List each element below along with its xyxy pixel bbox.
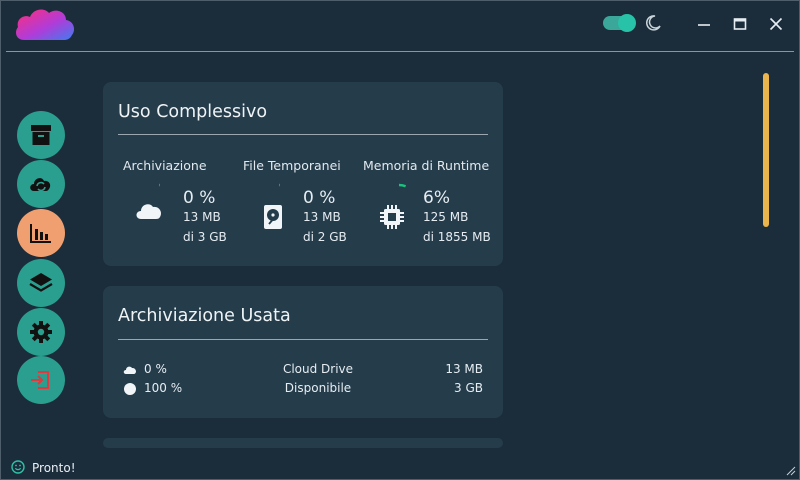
close-icon	[769, 17, 783, 31]
minimize-icon	[698, 24, 710, 26]
card-title: Uso Complessivo	[118, 102, 268, 122]
runtime-memory-column: Memoria di Runtime 6% 125 MB di 1855 MB	[363, 158, 493, 244]
gear-icon	[30, 321, 52, 343]
cloud-sync-icon	[30, 178, 51, 192]
row-name: Disponibile	[284, 381, 352, 395]
column-label: File Temporanei	[243, 158, 341, 173]
smiley-icon	[11, 460, 25, 474]
column-label: Memoria di Runtime	[363, 158, 490, 173]
resize-grip-icon[interactable]	[784, 464, 796, 476]
row-percent: 100 %	[144, 381, 183, 395]
circle-icon	[124, 383, 136, 395]
app-logo	[16, 9, 74, 40]
card-title: Archiviazione Usata	[118, 306, 291, 326]
title-separator	[6, 51, 794, 52]
row-size: 3 GB	[454, 381, 483, 395]
next-card-partial	[103, 438, 503, 448]
temp-files-column: File Temporanei 0 % 13 MB di 2 GB	[243, 158, 373, 244]
scrollbar-thumb[interactable]	[763, 73, 769, 227]
column-label: Archiviazione	[123, 158, 207, 173]
overall-usage-card: Uso Complessivo Archiviazione 0 % 13 MB …	[103, 82, 503, 266]
minimize-button[interactable]	[694, 14, 714, 34]
bar-chart-icon	[30, 224, 51, 243]
card-separator	[118, 339, 488, 340]
layers-icon	[29, 273, 53, 292]
title-bar	[0, 0, 800, 52]
status-text: Pronto!	[32, 461, 76, 475]
row-size: 13 MB	[445, 362, 483, 376]
used-storage-card: Archiviazione Usata 0 % Cloud Drive 13 M…	[103, 286, 503, 418]
storage-row-available: 100 % Disponibile 3 GB	[123, 380, 483, 398]
cpu-chip-icon	[380, 205, 404, 229]
nav-archive-button[interactable]	[17, 111, 65, 159]
storage-row-cloud: 0 % Cloud Drive 13 MB	[123, 361, 483, 379]
used-value: 125 MB	[423, 210, 469, 224]
nav-settings-button[interactable]	[17, 308, 65, 356]
percent-value: 0 %	[183, 188, 216, 208]
row-percent: 0 %	[144, 362, 167, 376]
used-value: 13 MB	[183, 210, 221, 224]
hard-drive-icon	[264, 205, 282, 229]
nav-logout-button[interactable]	[17, 356, 65, 404]
storage-usage-column: Archiviazione 0 % 13 MB di 3 GB	[123, 158, 253, 244]
maximize-button[interactable]	[730, 14, 750, 34]
total-value: di 3 GB	[183, 230, 227, 244]
status-bar: Pronto!	[0, 456, 800, 480]
maximize-icon	[733, 18, 747, 30]
row-name: Cloud Drive	[282, 362, 354, 376]
progress-arc	[398, 183, 407, 188]
total-value: di 1855 MB	[423, 230, 491, 244]
used-value: 13 MB	[303, 210, 341, 224]
card-separator	[118, 134, 488, 135]
percent-value: 6%	[423, 188, 450, 208]
nav-layers-button[interactable]	[17, 259, 65, 307]
close-button[interactable]	[766, 14, 786, 34]
cloud-icon	[136, 204, 162, 219]
total-value: di 2 GB	[303, 230, 347, 244]
nav-cloud-sync-button[interactable]	[17, 160, 65, 208]
archive-box-icon	[31, 125, 51, 145]
cloud-icon	[123, 366, 137, 374]
moon-icon	[645, 15, 661, 31]
theme-toggle[interactable]	[603, 14, 636, 32]
logout-icon	[31, 371, 49, 389]
toggle-knob	[618, 14, 636, 32]
percent-value: 0 %	[303, 188, 336, 208]
nav-statistics-button[interactable]	[17, 209, 65, 257]
